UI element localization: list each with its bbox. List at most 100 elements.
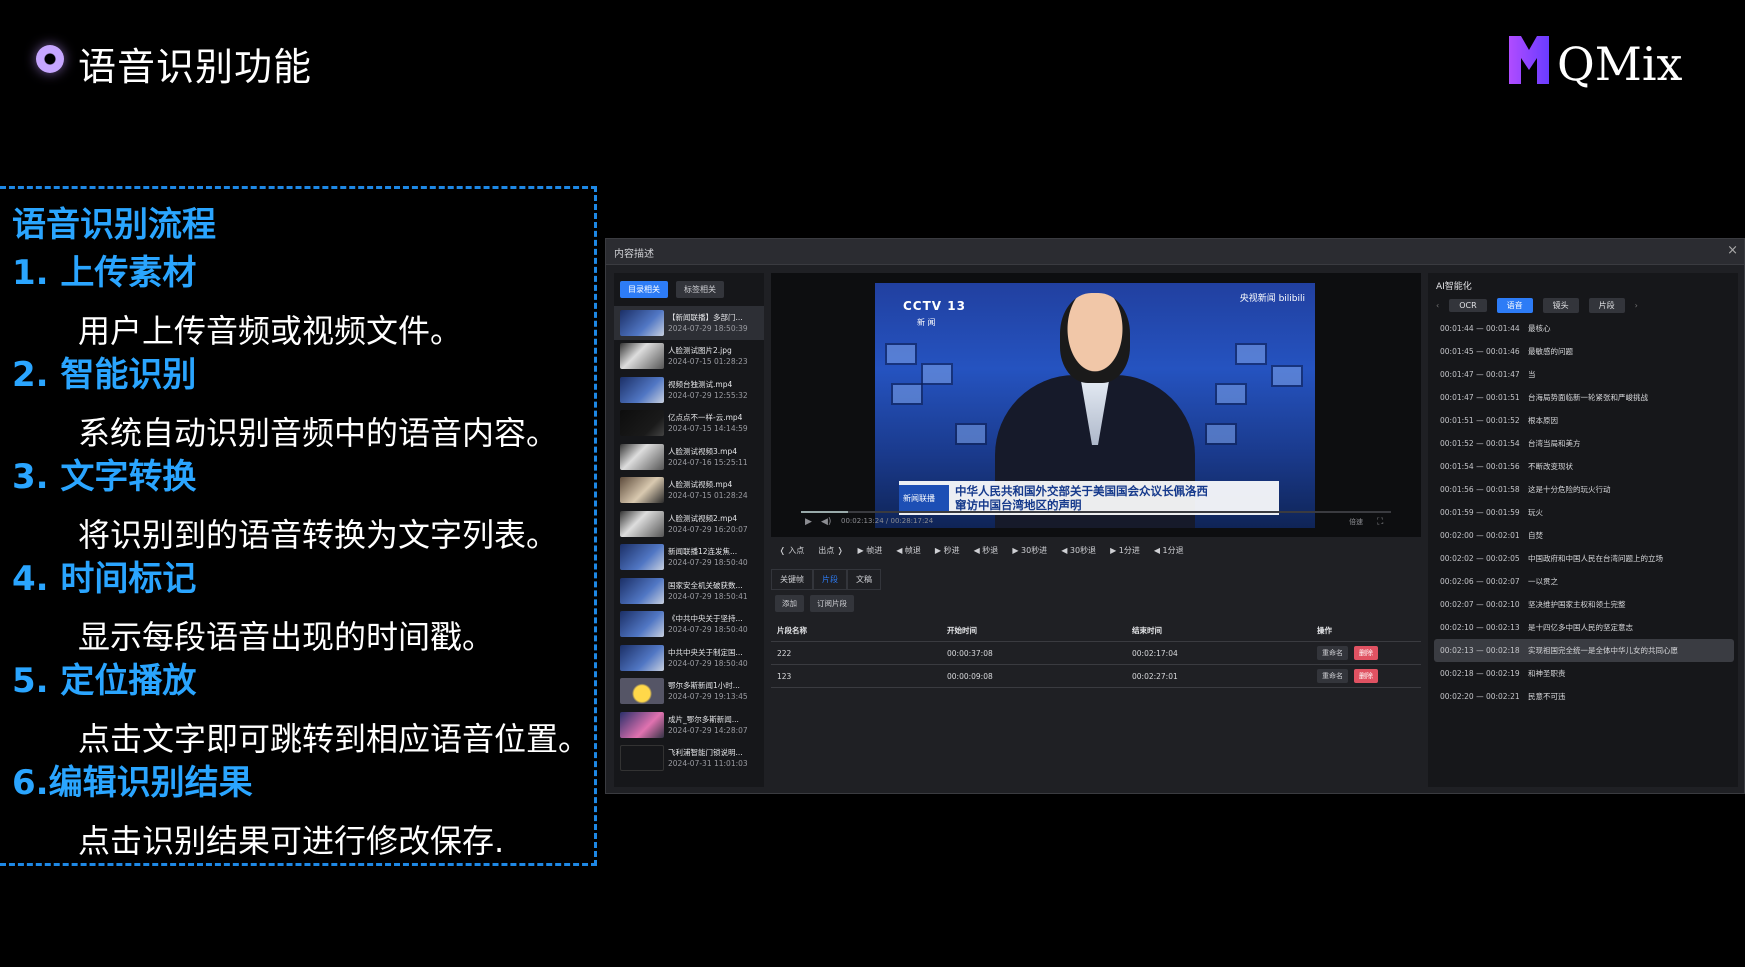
flow-panel: 语音识别流程 1. 上传素材 用户上传音频或视频文件。 2. 智能识别 系统自动… [0,186,597,866]
flow-step: 1. 上传素材 用户上传音频或视频文件。 [12,245,462,352]
rename-button[interactable]: 重命名 [1317,669,1348,683]
volume-icon[interactable]: ◀) [821,517,831,527]
transcript-time: 00:01:54 — 00:01:56 [1440,462,1520,471]
transcript-item[interactable]: 00:01:54 — 00:01:56 不断改变现状 [1434,455,1734,478]
table-row[interactable]: 123 00:00:09:08 00:02:27:01 重命名 删除 [771,665,1421,688]
transcript-time: 00:02:06 — 00:02:07 [1440,577,1520,586]
table-row[interactable]: 222 00:00:37:08 00:02:17:04 重命名 删除 [771,642,1421,665]
transcript-item[interactable]: 00:01:47 — 00:01:51 台海局势面临新一轮紧张和严峻挑战 [1434,386,1734,409]
transcript-item[interactable]: 00:01:44 — 00:01:44 最核心 [1434,317,1734,340]
file-name: 视频台独测试.mp4 [668,379,733,389]
transcript-text: 坚决维护国家主权和领土完整 [1528,600,1626,609]
tab-speech[interactable]: 语音 [1496,298,1533,313]
file-list-item[interactable]: 亿点点不一样-云.mp4 2024-07-15 14:14:59 [614,407,764,441]
tab-manuscript[interactable]: 文稿 [847,569,881,590]
mark-out-button[interactable]: 出点 ❭ [818,545,843,556]
transcript-text: 台海局势面临新一轮紧张和严峻挑战 [1528,393,1648,402]
transcript-time: 00:01:44 — 00:01:44 [1440,324,1520,333]
file-list-item[interactable]: 人脸测试视频2.mp4 2024-07-29 16:20:07 [614,507,764,541]
1min-forward-button[interactable]: ▶ 1分进 [1110,545,1140,556]
file-list-item[interactable]: 【新闻联播】多部门... 2024-07-29 18:50:39 [614,306,764,340]
tab-ocr[interactable]: OCR [1449,299,1487,312]
play-icon[interactable]: ▶ [805,517,812,527]
delete-button[interactable]: 删除 [1354,646,1378,660]
second-back-button[interactable]: ◀ 秒退 [974,545,999,556]
1min-back-button[interactable]: ◀ 1分退 [1154,545,1184,556]
transcript-text: 最核心 [1528,324,1551,333]
file-thumbnail [620,745,664,772]
channel-sub: 新 闻 [917,318,936,327]
progress-bar[interactable] [801,511,1391,513]
transcript-item[interactable]: 00:01:51 — 00:01:52 根本原因 [1434,409,1734,432]
file-list-item[interactable]: 飞利浦智能门锁说明... 2024-07-31 11:01:03 [614,742,764,776]
file-thumbnail [620,577,664,604]
file-list-item[interactable]: 国家安全机关破获数... 2024-07-29 18:50:41 [614,574,764,608]
file-list-item[interactable]: 人脸测试视频3.mp4 2024-07-16 15:25:11 [614,440,764,474]
caption-line-1: 中华人民共和国外交部关于美国国会众议长佩洛西 [955,484,1208,498]
video-player[interactable]: CCTV 13 新 闻 央视新闻 bilibili 新闻联播 中华人民共和国外交… [771,273,1421,537]
delete-button[interactable]: 删除 [1354,669,1378,683]
file-list-item[interactable]: 新闻联播12连发焦... 2024-07-29 18:50:40 [614,541,764,575]
mark-in-button[interactable]: ❬ 入点 [779,545,804,556]
transcript-item[interactable]: 00:02:06 — 00:02:07 一以贯之 [1434,570,1734,593]
transcript-item[interactable]: 00:02:10 — 00:02:13 是十四亿多中国人民的坚定意志 [1434,616,1734,639]
frame-back-button[interactable]: ◀ 帧退 [896,545,921,556]
transcript-item[interactable]: 00:01:45 — 00:01:46 最敏感的问题 [1434,340,1734,363]
chevron-right-icon[interactable]: › [1635,301,1638,310]
flow-step: 3. 文字转换 将识别到的语音转换为文字列表。 [12,449,558,556]
transcript-item[interactable]: 00:02:00 — 00:02:01 自焚 [1434,524,1734,547]
transcript-item[interactable]: 00:02:07 — 00:02:10 坚决维护国家主权和领土完整 [1434,593,1734,616]
second-forward-button[interactable]: ▶ 秒进 [935,545,960,556]
chevron-left-icon[interactable]: ‹ [1436,301,1439,310]
tab-shot[interactable]: 镜头 [1542,298,1579,313]
file-list-item[interactable]: 人脸测试视频.mp4 2024-07-15 01:28:24 [614,474,764,508]
player-area: CCTV 13 新 闻 央视新闻 bilibili 新闻联播 中华人民共和国外交… [771,273,1421,787]
close-icon[interactable]: × [1727,243,1738,258]
title-bullet-icon [36,45,64,73]
fullscreen-icon[interactable]: ⛶ [1377,517,1383,527]
transcript-item[interactable]: 00:02:18 — 00:02:19 和神圣职责 [1434,662,1734,685]
file-list-item[interactable]: 《中共中央关于坚持... 2024-07-29 18:50:40 [614,608,764,642]
tab-tags[interactable]: 标签相关 [676,281,724,298]
step-desc: 显示每段语音出现的时间戳。 [78,618,495,656]
transcript-text: 最敏感的问题 [1528,347,1573,356]
transcript-item[interactable]: 00:01:52 — 00:01:54 台湾当局和美方 [1434,432,1734,455]
file-name: 飞利浦智能门锁说明... [668,748,743,758]
file-thumbnail [620,510,664,537]
table-header: 片段名称 开始时间 结束时间 操作 [771,619,1421,642]
frame-forward-button[interactable]: ▶ 帧进 [858,545,883,556]
tab-directory[interactable]: 目录相关 [620,281,668,298]
transcript-time: 00:01:59 — 00:01:59 [1440,508,1520,517]
file-date: 2024-07-29 18:50:40 [668,658,748,668]
anchor-head [1060,293,1130,383]
transcript-item[interactable]: 00:01:56 — 00:01:58 这是十分危险的玩火行动 [1434,478,1734,501]
transcript-item[interactable]: 00:02:02 — 00:02:05 中国政府和中国人民在台湾问题上的立场 [1434,547,1734,570]
step-desc: 系统自动识别音频中的语音内容。 [78,414,559,452]
30s-forward-button[interactable]: ▶ 30秒进 [1012,545,1047,556]
30s-back-button[interactable]: ◀ 30秒退 [1061,545,1096,556]
file-list-item[interactable]: 视频台独测试.mp4 2024-07-29 12:55:32 [614,373,764,407]
flow-step: 5. 定位播放 点击文字即可跳转到相应语音位置。 [12,653,590,760]
file-list-item[interactable]: 成片_鄂尔多斯新闻... 2024-07-29 14:28:07 [614,708,764,742]
channel-logo: CCTV 13 [903,299,966,313]
subscribe-segment-button[interactable]: 订阅片段 [810,595,854,612]
file-list-item[interactable]: 中共中央关于制定国... 2024-07-29 18:50:40 [614,641,764,675]
tab-clip[interactable]: 片段 [1588,298,1625,313]
transcript-item[interactable]: 00:01:47 — 00:01:47 当 [1434,363,1734,386]
file-list-item[interactable]: 鄂尔多斯新闻1小时... 2024-07-29 19:13:45 [614,675,764,709]
tab-keyframes[interactable]: 关键帧 [771,569,813,590]
caption-logo: 新闻联播 [899,485,949,511]
add-button[interactable]: 添加 [775,595,804,612]
step-heading: 4. 时间标记 [12,559,197,599]
tab-segments[interactable]: 片段 [813,569,847,590]
transcript-text: 中国政府和中国人民在台湾问题上的立场 [1528,554,1663,563]
transcript-item[interactable]: 00:02:13 — 00:02:18 实现祖国完全统一是全体中华儿女的共同心愿 [1434,639,1734,662]
transcript-item[interactable]: 00:01:59 — 00:01:59 玩火 [1434,501,1734,524]
video-controls: ▶ ◀) 00:02:13:24 / 00:28:17:24 倍速 ⛶ [801,511,1391,531]
file-name: 国家安全机关破获数... [668,580,743,590]
file-list-item[interactable]: 人脸测试图片2.jpg 2024-07-15 01:28:23 [614,340,764,374]
transcript-item[interactable]: 00:02:20 — 00:02:21 民意不可违 [1434,685,1734,708]
speed-button[interactable]: 倍速 [1349,517,1363,527]
transcript-text: 实现祖国完全统一是全体中华儿女的共同心愿 [1528,646,1678,655]
rename-button[interactable]: 重命名 [1317,646,1348,660]
